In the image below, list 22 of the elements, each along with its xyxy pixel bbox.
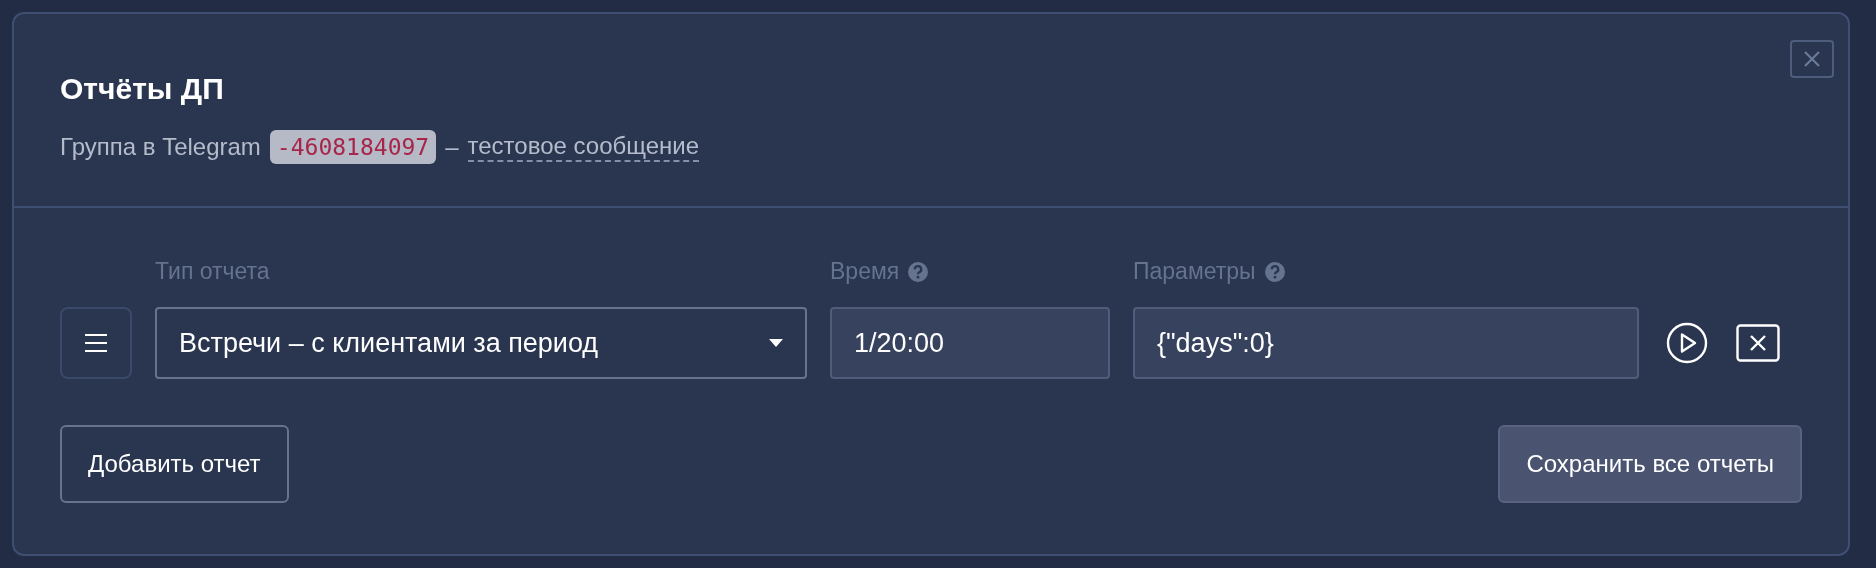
delete-icon[interactable] [1736, 324, 1780, 362]
menu-icon [84, 333, 108, 353]
close-button[interactable] [1790, 40, 1834, 78]
dialog-title: Отчёты ДП [60, 72, 225, 106]
column-label: Параметры [1133, 258, 1256, 285]
test-message-link[interactable]: тестовое сообщение [467, 132, 700, 162]
chat-id: -4608184097 [269, 130, 437, 164]
time-field[interactable]: 1/20:00 [830, 307, 1110, 379]
column-label: Тип отчета [155, 258, 270, 285]
add-report-button[interactable]: Добавить отчет [60, 425, 289, 503]
close-icon [1802, 49, 1822, 69]
dash: – [445, 133, 459, 161]
column-label: Время [830, 258, 900, 285]
caret-icon [769, 339, 783, 347]
report-type-select[interactable]: Встречи – с клиентами за период [155, 307, 807, 379]
group-label: Группа в Telegram [60, 133, 261, 161]
help-icon[interactable] [907, 260, 930, 283]
play-icon[interactable] [1666, 322, 1708, 364]
help-icon[interactable] [1263, 260, 1286, 283]
drag-handle[interactable] [60, 307, 132, 379]
params-field[interactable]: {"days":0} [1133, 307, 1639, 379]
save-all-button[interactable]: Сохранить все отчеты [1498, 425, 1802, 503]
